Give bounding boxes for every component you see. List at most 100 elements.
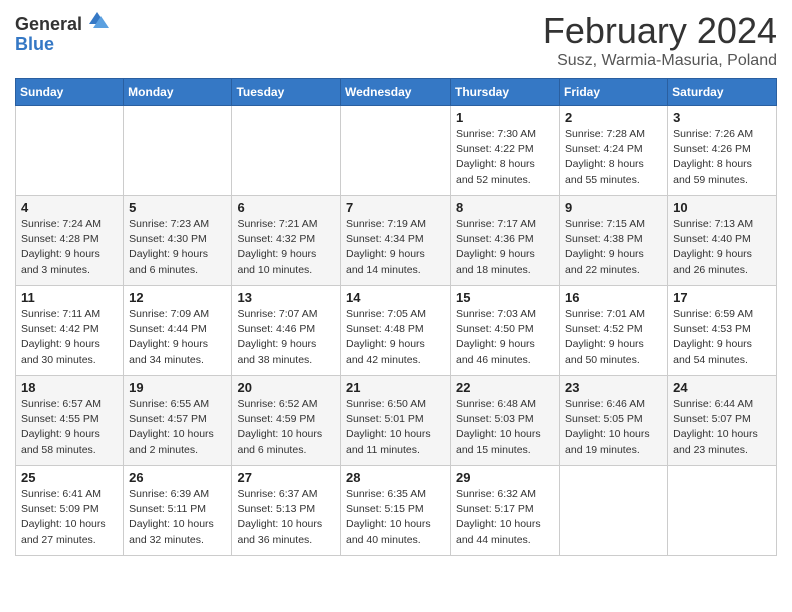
calendar-cell: 4Sunrise: 7:24 AM Sunset: 4:28 PM Daylig… [16,196,124,286]
calendar-body: 1 Sunrise: 7:30 AM Sunset: 4:22 PM Daylig… [16,106,777,556]
calendar-cell: 26 Sunrise: 6:39 AM Sunset: 5:11 PM Dayli… [124,466,232,556]
calendar-cell: 25 Sunrise: 6:41 AM Sunset: 5:09 PM Dayli… [16,466,124,556]
calendar-cell: 28 Sunrise: 6:35 AM Sunset: 5:15 PM Dayli… [341,466,451,556]
day-number: 26 [129,470,226,485]
day-number: 21 [346,380,445,395]
calendar-header-cell: Saturday [668,79,777,106]
day-info: Sunrise: 7:21 AM Sunset: 4:32 PM Dayligh… [237,217,335,278]
day-info: Sunrise: 6:37 AM Sunset: 5:13 PM Dayligh… [237,487,335,548]
day-number: 28 [346,470,445,485]
day-number: 11 [21,290,118,305]
calendar-header-cell: Monday [124,79,232,106]
day-info: Sunrise: 7:26 AM Sunset: 4:26 PM Dayligh… [673,127,771,188]
calendar-week-row: 4Sunrise: 7:24 AM Sunset: 4:28 PM Daylig… [16,196,777,286]
calendar-cell: 10 Sunrise: 7:13 AM Sunset: 4:40 PM Dayli… [668,196,777,286]
calendar-header-cell: Sunday [16,79,124,106]
day-info: Sunrise: 7:01 AM Sunset: 4:52 PM Dayligh… [565,307,662,368]
logo-blue-text: Blue [15,35,109,55]
day-number: 1 [456,110,554,125]
day-number: 15 [456,290,554,305]
day-info: Sunrise: 7:28 AM Sunset: 4:24 PM Dayligh… [565,127,662,188]
day-number: 9 [565,200,662,215]
calendar-cell: 17 Sunrise: 6:59 AM Sunset: 4:53 PM Dayli… [668,286,777,376]
calendar-cell: 23Sunrise: 6:46 AM Sunset: 5:05 PM Dayli… [560,376,668,466]
day-number: 17 [673,290,771,305]
day-info: Sunrise: 6:55 AM Sunset: 4:57 PM Dayligh… [129,397,226,458]
day-info: Sunrise: 7:07 AM Sunset: 4:46 PM Dayligh… [237,307,335,368]
day-number: 7 [346,200,445,215]
logo: General Blue [15,15,109,55]
day-info: Sunrise: 6:35 AM Sunset: 5:15 PM Dayligh… [346,487,445,548]
calendar-cell: 29Sunrise: 6:32 AM Sunset: 5:17 PM Dayli… [451,466,560,556]
calendar-cell: 27 Sunrise: 6:37 AM Sunset: 5:13 PM Dayli… [232,466,341,556]
day-number: 6 [237,200,335,215]
day-info: Sunrise: 6:59 AM Sunset: 4:53 PM Dayligh… [673,307,771,368]
day-info: Sunrise: 6:52 AM Sunset: 4:59 PM Dayligh… [237,397,335,458]
day-info: Sunrise: 6:39 AM Sunset: 5:11 PM Dayligh… [129,487,226,548]
calendar-cell: 21 Sunrise: 6:50 AM Sunset: 5:01 PM Dayli… [341,376,451,466]
calendar-cell: 8 Sunrise: 7:17 AM Sunset: 4:36 PM Daylig… [451,196,560,286]
calendar-week-row: 1 Sunrise: 7:30 AM Sunset: 4:22 PM Daylig… [16,106,777,196]
calendar-header-cell: Tuesday [232,79,341,106]
calendar-cell: 18Sunrise: 6:57 AM Sunset: 4:55 PM Dayli… [16,376,124,466]
day-info: Sunrise: 7:30 AM Sunset: 4:22 PM Dayligh… [456,127,554,188]
day-number: 20 [237,380,335,395]
calendar-cell: 20 Sunrise: 6:52 AM Sunset: 4:59 PM Dayli… [232,376,341,466]
day-info: Sunrise: 7:03 AM Sunset: 4:50 PM Dayligh… [456,307,554,368]
day-number: 23 [565,380,662,395]
calendar-cell [16,106,124,196]
calendar-cell: 9 Sunrise: 7:15 AM Sunset: 4:38 PM Daylig… [560,196,668,286]
calendar-cell: 7 Sunrise: 7:19 AM Sunset: 4:34 PM Daylig… [341,196,451,286]
calendar-cell: 11 Sunrise: 7:11 AM Sunset: 4:42 PM Dayli… [16,286,124,376]
day-info: Sunrise: 7:11 AM Sunset: 4:42 PM Dayligh… [21,307,118,368]
day-info: Sunrise: 7:15 AM Sunset: 4:38 PM Dayligh… [565,217,662,278]
calendar-cell: 3 Sunrise: 7:26 AM Sunset: 4:26 PM Daylig… [668,106,777,196]
calendar-cell: 5Sunrise: 7:23 AM Sunset: 4:30 PM Daylig… [124,196,232,286]
calendar-cell: 22Sunrise: 6:48 AM Sunset: 5:03 PM Dayli… [451,376,560,466]
calendar-cell [341,106,451,196]
day-number: 8 [456,200,554,215]
day-info: Sunrise: 7:17 AM Sunset: 4:36 PM Dayligh… [456,217,554,278]
day-number: 29 [456,470,554,485]
day-info: Sunrise: 7:09 AM Sunset: 4:44 PM Dayligh… [129,307,226,368]
calendar-header-cell: Friday [560,79,668,106]
day-number: 3 [673,110,771,125]
day-number: 24 [673,380,771,395]
calendar-cell: 12Sunrise: 7:09 AM Sunset: 4:44 PM Dayli… [124,286,232,376]
day-info: Sunrise: 7:24 AM Sunset: 4:28 PM Dayligh… [21,217,118,278]
calendar-cell: 16 Sunrise: 7:01 AM Sunset: 4:52 PM Dayli… [560,286,668,376]
day-number: 5 [129,200,226,215]
day-number: 10 [673,200,771,215]
day-number: 25 [21,470,118,485]
calendar-table: SundayMondayTuesdayWednesdayThursdayFrid… [15,78,777,556]
day-number: 14 [346,290,445,305]
calendar-week-row: 11 Sunrise: 7:11 AM Sunset: 4:42 PM Dayli… [16,286,777,376]
calendar-cell: 15 Sunrise: 7:03 AM Sunset: 4:50 PM Dayli… [451,286,560,376]
header: General Blue February 2024 Susz, Warmia-… [15,10,777,70]
day-info: Sunrise: 6:44 AM Sunset: 5:07 PM Dayligh… [673,397,771,458]
calendar-cell [560,466,668,556]
calendar-cell [668,466,777,556]
calendar-header-cell: Wednesday [341,79,451,106]
day-number: 18 [21,380,118,395]
day-number: 19 [129,380,226,395]
logo-icon [85,8,109,32]
calendar-cell: 13 Sunrise: 7:07 AM Sunset: 4:46 PM Dayli… [232,286,341,376]
day-info: Sunrise: 7:13 AM Sunset: 4:40 PM Dayligh… [673,217,771,278]
day-number: 22 [456,380,554,395]
day-number: 13 [237,290,335,305]
calendar-cell: 2 Sunrise: 7:28 AM Sunset: 4:24 PM Daylig… [560,106,668,196]
month-title: February 2024 [543,10,777,52]
calendar-cell: 6 Sunrise: 7:21 AM Sunset: 4:32 PM Daylig… [232,196,341,286]
title-area: February 2024 Susz, Warmia-Masuria, Pola… [543,10,777,70]
day-number: 16 [565,290,662,305]
logo-general-text: General [15,15,82,35]
day-info: Sunrise: 7:19 AM Sunset: 4:34 PM Dayligh… [346,217,445,278]
day-info: Sunrise: 6:50 AM Sunset: 5:01 PM Dayligh… [346,397,445,458]
calendar-cell [232,106,341,196]
calendar-header-row: SundayMondayTuesdayWednesdayThursdayFrid… [16,79,777,106]
day-info: Sunrise: 6:41 AM Sunset: 5:09 PM Dayligh… [21,487,118,548]
day-number: 2 [565,110,662,125]
day-number: 27 [237,470,335,485]
calendar-cell: 14Sunrise: 7:05 AM Sunset: 4:48 PM Dayli… [341,286,451,376]
